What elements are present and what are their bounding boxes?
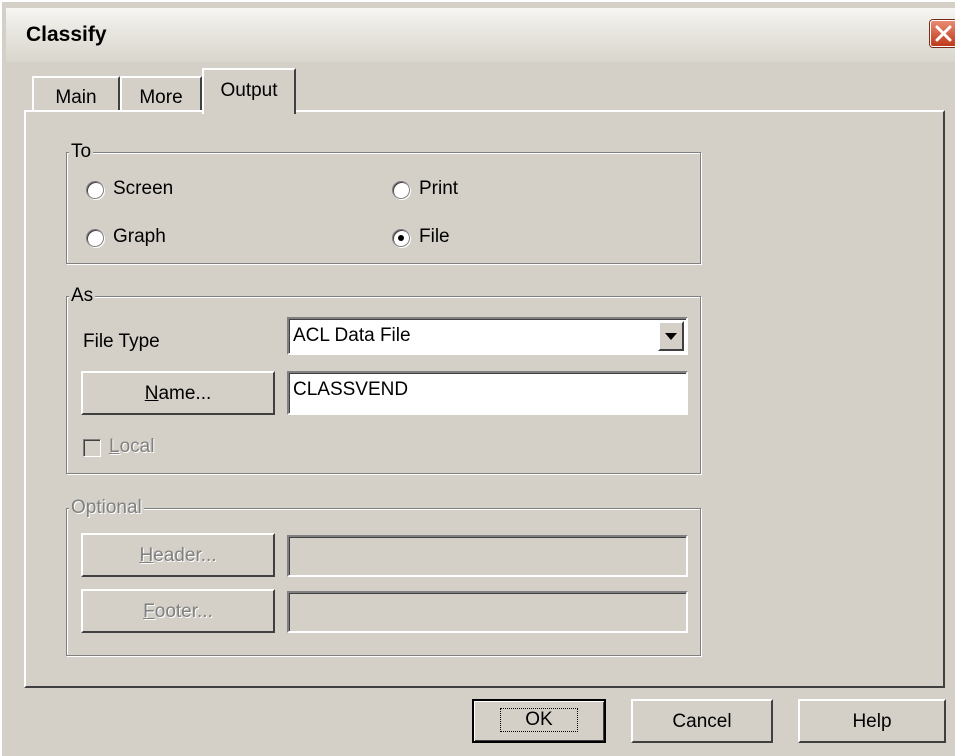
ok-button[interactable]: OK <box>472 699 606 743</box>
footer-button-label: ooter... <box>154 601 213 622</box>
ok-button-label: OK <box>500 708 578 732</box>
file-radio[interactable] <box>392 229 410 247</box>
name-button-label: ame... <box>158 383 212 404</box>
name-field[interactable]: CLASSVEND <box>287 371 688 415</box>
header-button-label: eader... <box>153 545 217 566</box>
file-type-value: ACL Data File <box>293 325 411 346</box>
close-icon <box>935 25 952 42</box>
as-group-label: As <box>69 285 96 307</box>
header-button[interactable]: Header... <box>81 533 275 577</box>
to-group-label: To <box>69 141 94 163</box>
graph-label[interactable]: Graph <box>113 226 166 248</box>
header-button-mnemonic: H <box>139 545 154 566</box>
screen-radio[interactable] <box>86 181 104 199</box>
tab-main-label: Main <box>55 87 97 108</box>
print-label[interactable]: Print <box>419 178 458 200</box>
as-groupbox: As File Type ACL Data File Name... CLASS… <box>66 285 701 474</box>
close-button[interactable] <box>930 20 955 47</box>
file-type-label: File Type <box>83 331 160 352</box>
name-button-mnemonic: N <box>144 383 159 404</box>
name-button[interactable]: Name... <box>81 371 275 415</box>
local-label-text: ocal <box>119 436 155 457</box>
to-groupbox: To Screen Print Graph File <box>66 141 701 264</box>
print-radio[interactable] <box>392 181 410 199</box>
local-checkbox[interactable] <box>83 439 101 457</box>
file-label[interactable]: File <box>419 226 450 248</box>
graph-radio[interactable] <box>86 229 104 247</box>
screen-label[interactable]: Screen <box>113 178 173 200</box>
tab-output-label: Output <box>220 80 278 101</box>
tab-main[interactable]: Main <box>32 76 120 112</box>
cancel-button[interactable]: Cancel <box>631 699 773 743</box>
optional-groupbox: Optional Header... Footer... <box>66 497 701 656</box>
window-title: Classify <box>26 23 107 46</box>
header-field[interactable] <box>287 535 688 577</box>
optional-group-label: Optional <box>69 497 144 519</box>
local-label-mnemonic: L <box>109 436 120 457</box>
footer-button-mnemonic: F <box>143 601 155 622</box>
footer-field[interactable] <box>287 591 688 633</box>
tab-output[interactable]: Output <box>202 68 296 114</box>
classify-dialog: Classify Main More To Screen Print Graph… <box>0 0 955 756</box>
output-tab-panel: To Screen Print Graph File As File Type … <box>24 110 945 688</box>
local-label[interactable]: Local <box>109 436 154 458</box>
chevron-down-icon <box>665 333 677 340</box>
title-bar[interactable]: Classify <box>6 8 955 62</box>
footer-button[interactable]: Footer... <box>81 589 275 633</box>
help-button[interactable]: Help <box>798 699 946 743</box>
file-type-dropdown[interactable]: ACL Data File <box>287 317 688 355</box>
help-button-label: Help <box>852 711 892 732</box>
tab-more[interactable]: More <box>120 76 202 112</box>
file-radio-selected-dot <box>398 235 404 241</box>
name-field-value: CLASSVEND <box>293 379 409 400</box>
dropdown-arrow-button[interactable] <box>658 321 684 351</box>
tab-more-label: More <box>139 87 183 108</box>
cancel-button-label: Cancel <box>672 711 732 732</box>
